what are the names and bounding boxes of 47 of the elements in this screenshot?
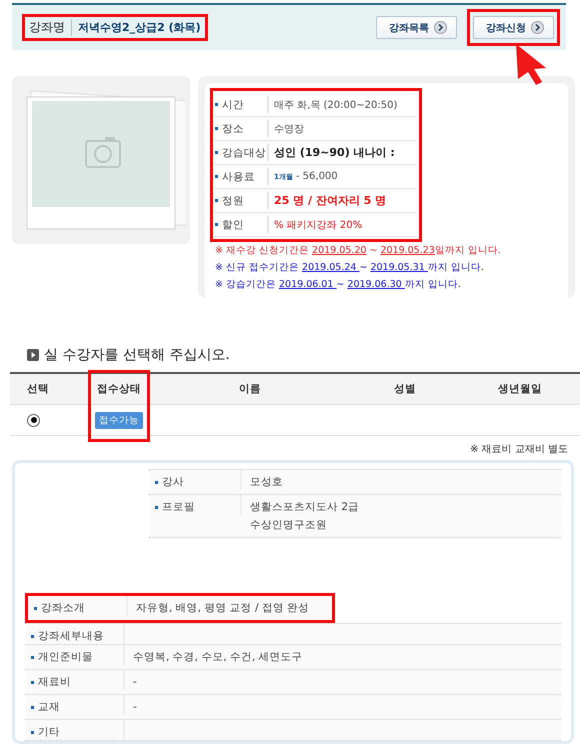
list-button[interactable]: 강좌목록 xyxy=(376,16,457,39)
status-badge: 접수가능 xyxy=(95,412,143,428)
notice-text: ※ 강습기간은 2019.06.01 ~ 2019.06.30 까지 입니다. xyxy=(215,278,462,292)
field-label: 교재 xyxy=(38,700,60,714)
field-value: 수영장 xyxy=(274,122,304,136)
field-label: 강좌소개 xyxy=(41,601,85,615)
column-header: 성별 xyxy=(350,374,460,405)
field-label: 할인 xyxy=(222,218,244,232)
notice-text: ※ 신규 접수기간은 2019.05.24 ~ 2019.05.31 까지 입니다. xyxy=(215,261,485,275)
field-value: 수상인명구조원 xyxy=(250,518,328,533)
field-label: 강좌세부내용 xyxy=(38,629,104,643)
radio-button[interactable] xyxy=(27,414,40,426)
section-heading: 실 수강자를 선택해 주십시오. xyxy=(44,346,230,364)
course-name: 저녁수영2_상급2 (화목) xyxy=(78,20,201,35)
column-header: 선택 xyxy=(10,374,88,405)
field-label: 시간 xyxy=(222,98,244,112)
field-value: 매주 화,목 (20:00~20:50) xyxy=(274,98,398,112)
column-header: 생년월일 xyxy=(460,374,580,405)
course-name-label: 강좌명 xyxy=(29,19,72,36)
field-label: 강사 xyxy=(162,475,184,489)
arrow-circle-icon xyxy=(531,21,544,34)
field-label: 재료비 xyxy=(38,675,71,689)
field-label: 개인준비물 xyxy=(38,650,93,664)
column-header: 이름 xyxy=(150,374,350,405)
field-value: - xyxy=(133,701,137,713)
field-value: 성인 (19~90) 내나이 : xyxy=(274,145,395,160)
apply-button[interactable]: 강좌신청 xyxy=(473,16,554,39)
field-label: 강습대상 xyxy=(222,146,266,160)
field-value: 자유형, 배영, 평영 교정 / 접영 완성 xyxy=(136,602,310,614)
field-value: - 56,000 xyxy=(296,171,338,182)
field-value: 모성호 xyxy=(250,475,283,490)
column-header: 접수상태 xyxy=(88,374,150,405)
field-value: - xyxy=(133,676,137,688)
field-label: 사용료 xyxy=(222,170,255,184)
notice-text: ※ 재수강 신청기간은 2019.05.20 ~ 2019.05.23일까지 입니다. xyxy=(215,244,502,258)
field-value: 수영복, 수경, 수모, 수건, 세면도구 xyxy=(133,651,303,663)
field-value: 생활스포츠지도사 2급 xyxy=(250,500,360,515)
play-square-icon xyxy=(27,349,39,361)
arrow-circle-icon xyxy=(434,21,447,34)
field-label: 장소 xyxy=(222,122,244,136)
field-label: 프로필 xyxy=(162,500,195,514)
field-label: 정원 xyxy=(222,194,244,208)
fee-note: ※ 재료비 교재비 별도 xyxy=(469,443,568,456)
field-value: 25 명 / 잔여자리 5 명 xyxy=(274,193,386,208)
field-label: 기타 xyxy=(38,725,60,739)
highlight-frame xyxy=(88,370,150,442)
field-value: % 패키지강좌 20% xyxy=(274,218,362,232)
